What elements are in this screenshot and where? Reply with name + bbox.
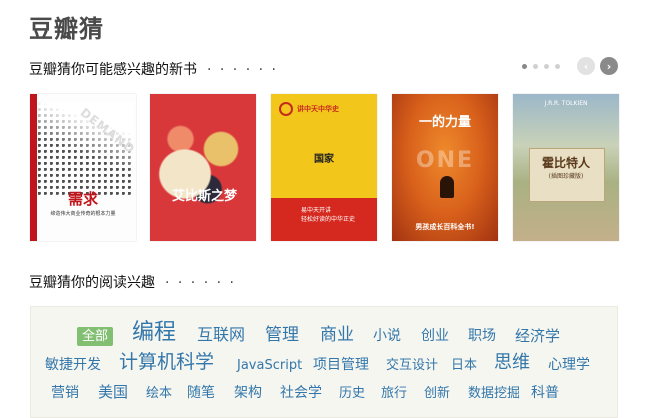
book-cover-title: 霍比特人 bbox=[541, 156, 590, 170]
carousel-pager bbox=[522, 64, 560, 69]
tag-item[interactable]: 经济学 bbox=[515, 329, 560, 344]
cover-word: ONE bbox=[415, 148, 475, 173]
book-cover-guojia[interactable]: 讲中天中华史 国家 易中天开讲 轻松好读的中华正史 bbox=[271, 94, 377, 241]
carousel-next-button[interactable]: › bbox=[600, 57, 618, 75]
tag-item[interactable]: 科普 bbox=[531, 386, 559, 400]
tag-item[interactable]: 美国 bbox=[98, 385, 128, 400]
tag-item[interactable]: 互联网 bbox=[197, 327, 245, 343]
tag-item[interactable]: 编程 bbox=[132, 322, 176, 344]
interests-title: 豆瓣猜你的阅读兴趣 bbox=[29, 275, 155, 291]
tag-item[interactable]: 日本 bbox=[451, 359, 477, 372]
carousel-prev-button[interactable]: ‹ bbox=[577, 57, 595, 75]
tag-all[interactable]: 全部 bbox=[77, 327, 114, 346]
tag-item[interactable]: 敏捷开发 bbox=[45, 358, 101, 372]
new-books-title: 豆瓣猜你可能感兴趣的新书 bbox=[29, 62, 197, 78]
chevron-right-icon: › bbox=[606, 59, 612, 73]
book-series: 讲中天中华史 bbox=[297, 105, 339, 113]
tag-item[interactable]: 历史 bbox=[339, 387, 365, 400]
book-cover-subtitle: 缔造伟大商业传奇的根本力量 bbox=[50, 211, 116, 217]
book-cover-title: 需求 bbox=[67, 190, 98, 208]
tag-item[interactable]: 管理 bbox=[265, 327, 299, 344]
carousel-dot[interactable] bbox=[544, 64, 549, 69]
interests-heading: 豆瓣猜你的阅读兴趣 · · · · · · bbox=[29, 272, 236, 292]
cover-tagline: 男孩成长百科全书! bbox=[415, 223, 475, 231]
tag-item[interactable]: 心理学 bbox=[548, 358, 590, 372]
tag-item[interactable]: 思维 bbox=[494, 354, 530, 372]
tag-item[interactable]: 项目管理 bbox=[313, 358, 369, 372]
band-line-2: 轻松好读的中华正史 bbox=[301, 216, 356, 223]
series-emblem-icon bbox=[279, 102, 293, 116]
carousel-dot[interactable] bbox=[555, 64, 560, 69]
carousel-dot[interactable] bbox=[522, 64, 527, 69]
douban-guess-page: 豆瓣猜 豆瓣猜你可能感兴趣的新书 · · · · · · ‹ › DEMAND 需… bbox=[0, 0, 648, 418]
book-cover-ibis[interactable]: 艾比斯之梦 bbox=[150, 94, 256, 241]
new-books-dots: · · · · · · bbox=[207, 62, 278, 78]
tag-item[interactable]: 旅行 bbox=[381, 387, 407, 400]
book-author: J.R.R. TOLKIEN bbox=[544, 100, 588, 107]
tag-item[interactable]: 架构 bbox=[234, 386, 262, 400]
book-cover-title: 一的力量 bbox=[418, 115, 471, 130]
tag-item[interactable]: 计算机科学 bbox=[119, 353, 214, 372]
interests-dots: · · · · · · bbox=[165, 275, 236, 291]
tag-item[interactable]: JavaScript bbox=[237, 359, 302, 372]
band-line-1: 易中天开讲 bbox=[301, 207, 332, 214]
tag-item[interactable]: 社会学 bbox=[280, 386, 322, 400]
tag-item[interactable]: 数据挖掘 bbox=[468, 387, 520, 400]
book-cover-hobbit[interactable]: J.R.R. TOLKIEN 霍比特人 (插图珍藏版) bbox=[513, 94, 619, 241]
tag-item[interactable]: 商业 bbox=[320, 327, 354, 344]
book-cover-subtitle: (插图珍藏版) bbox=[548, 173, 584, 180]
tag-item[interactable]: 交互设计 bbox=[386, 359, 438, 372]
tag-item[interactable]: 职场 bbox=[468, 329, 496, 343]
brand-title: 豆瓣猜 bbox=[29, 15, 104, 43]
cover-figure bbox=[440, 176, 454, 198]
book-cover-title: 艾比斯之梦 bbox=[172, 189, 238, 204]
book-cover-demand[interactable]: DEMAND 需求 缔造伟大商业传奇的根本力量 bbox=[30, 94, 136, 241]
new-books-heading: 豆瓣猜你可能感兴趣的新书 · · · · · · bbox=[29, 59, 278, 79]
book-cover-power-of-one[interactable]: 一的力量 ONE 男孩成长百科全书! bbox=[392, 94, 498, 241]
carousel-dot[interactable] bbox=[533, 64, 538, 69]
book-cover-title: 国家 bbox=[314, 154, 334, 165]
tag-item[interactable]: 创业 bbox=[421, 329, 449, 343]
tag-item[interactable]: 随笔 bbox=[187, 386, 215, 400]
tag-item[interactable]: 绘本 bbox=[146, 387, 172, 400]
tag-item[interactable]: 小说 bbox=[373, 329, 401, 343]
chevron-left-icon: ‹ bbox=[583, 59, 589, 73]
cover-band-text: 易中天开讲 轻松好读的中华正史 bbox=[301, 206, 355, 224]
cover-strip bbox=[30, 94, 37, 241]
tag-item[interactable]: 营销 bbox=[51, 386, 79, 400]
tag-item[interactable]: 创新 bbox=[424, 387, 450, 400]
tag-cloud: 全部 编程 互联网 管理 商业 小说 创业 职场 经济学 敏捷开发 计算机科学 … bbox=[30, 306, 618, 418]
